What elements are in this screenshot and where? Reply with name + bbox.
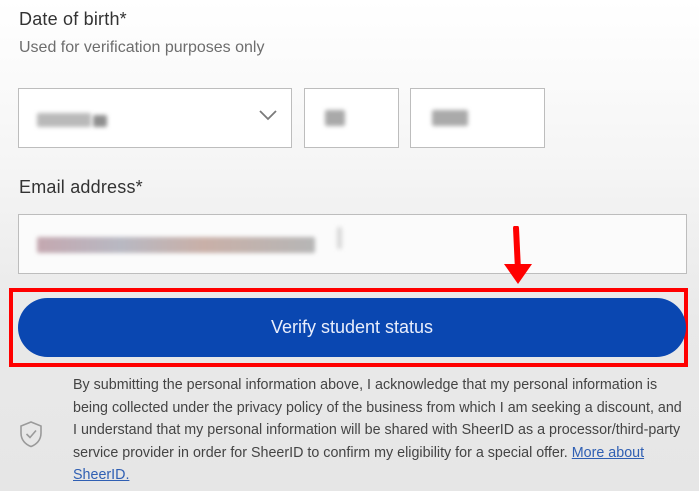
birth-year-input[interactable] — [410, 88, 545, 148]
shield-check-icon — [20, 421, 42, 448]
verify-student-status-button[interactable]: Verify student status — [18, 298, 686, 357]
privacy-disclaimer: By submitting the personal information a… — [73, 374, 683, 487]
obscured-year-value — [432, 110, 468, 126]
obscured-month-value-tail — [93, 115, 107, 127]
email-input[interactable] — [18, 214, 687, 274]
obscured-day-value — [325, 110, 345, 126]
red-arrow-down-icon — [504, 226, 532, 284]
obscured-email-value — [37, 237, 315, 253]
birth-day-input[interactable] — [304, 88, 399, 148]
dob-label: Date of birth* — [19, 9, 127, 29]
dob-hint: Used for verification purposes only — [19, 39, 265, 56]
chevron-down-icon[interactable] — [259, 109, 277, 121]
obscured-email-value-end — [337, 227, 342, 249]
birth-month-select[interactable] — [18, 88, 292, 148]
obscured-month-value — [37, 113, 91, 127]
email-label: Email address* — [19, 177, 143, 197]
